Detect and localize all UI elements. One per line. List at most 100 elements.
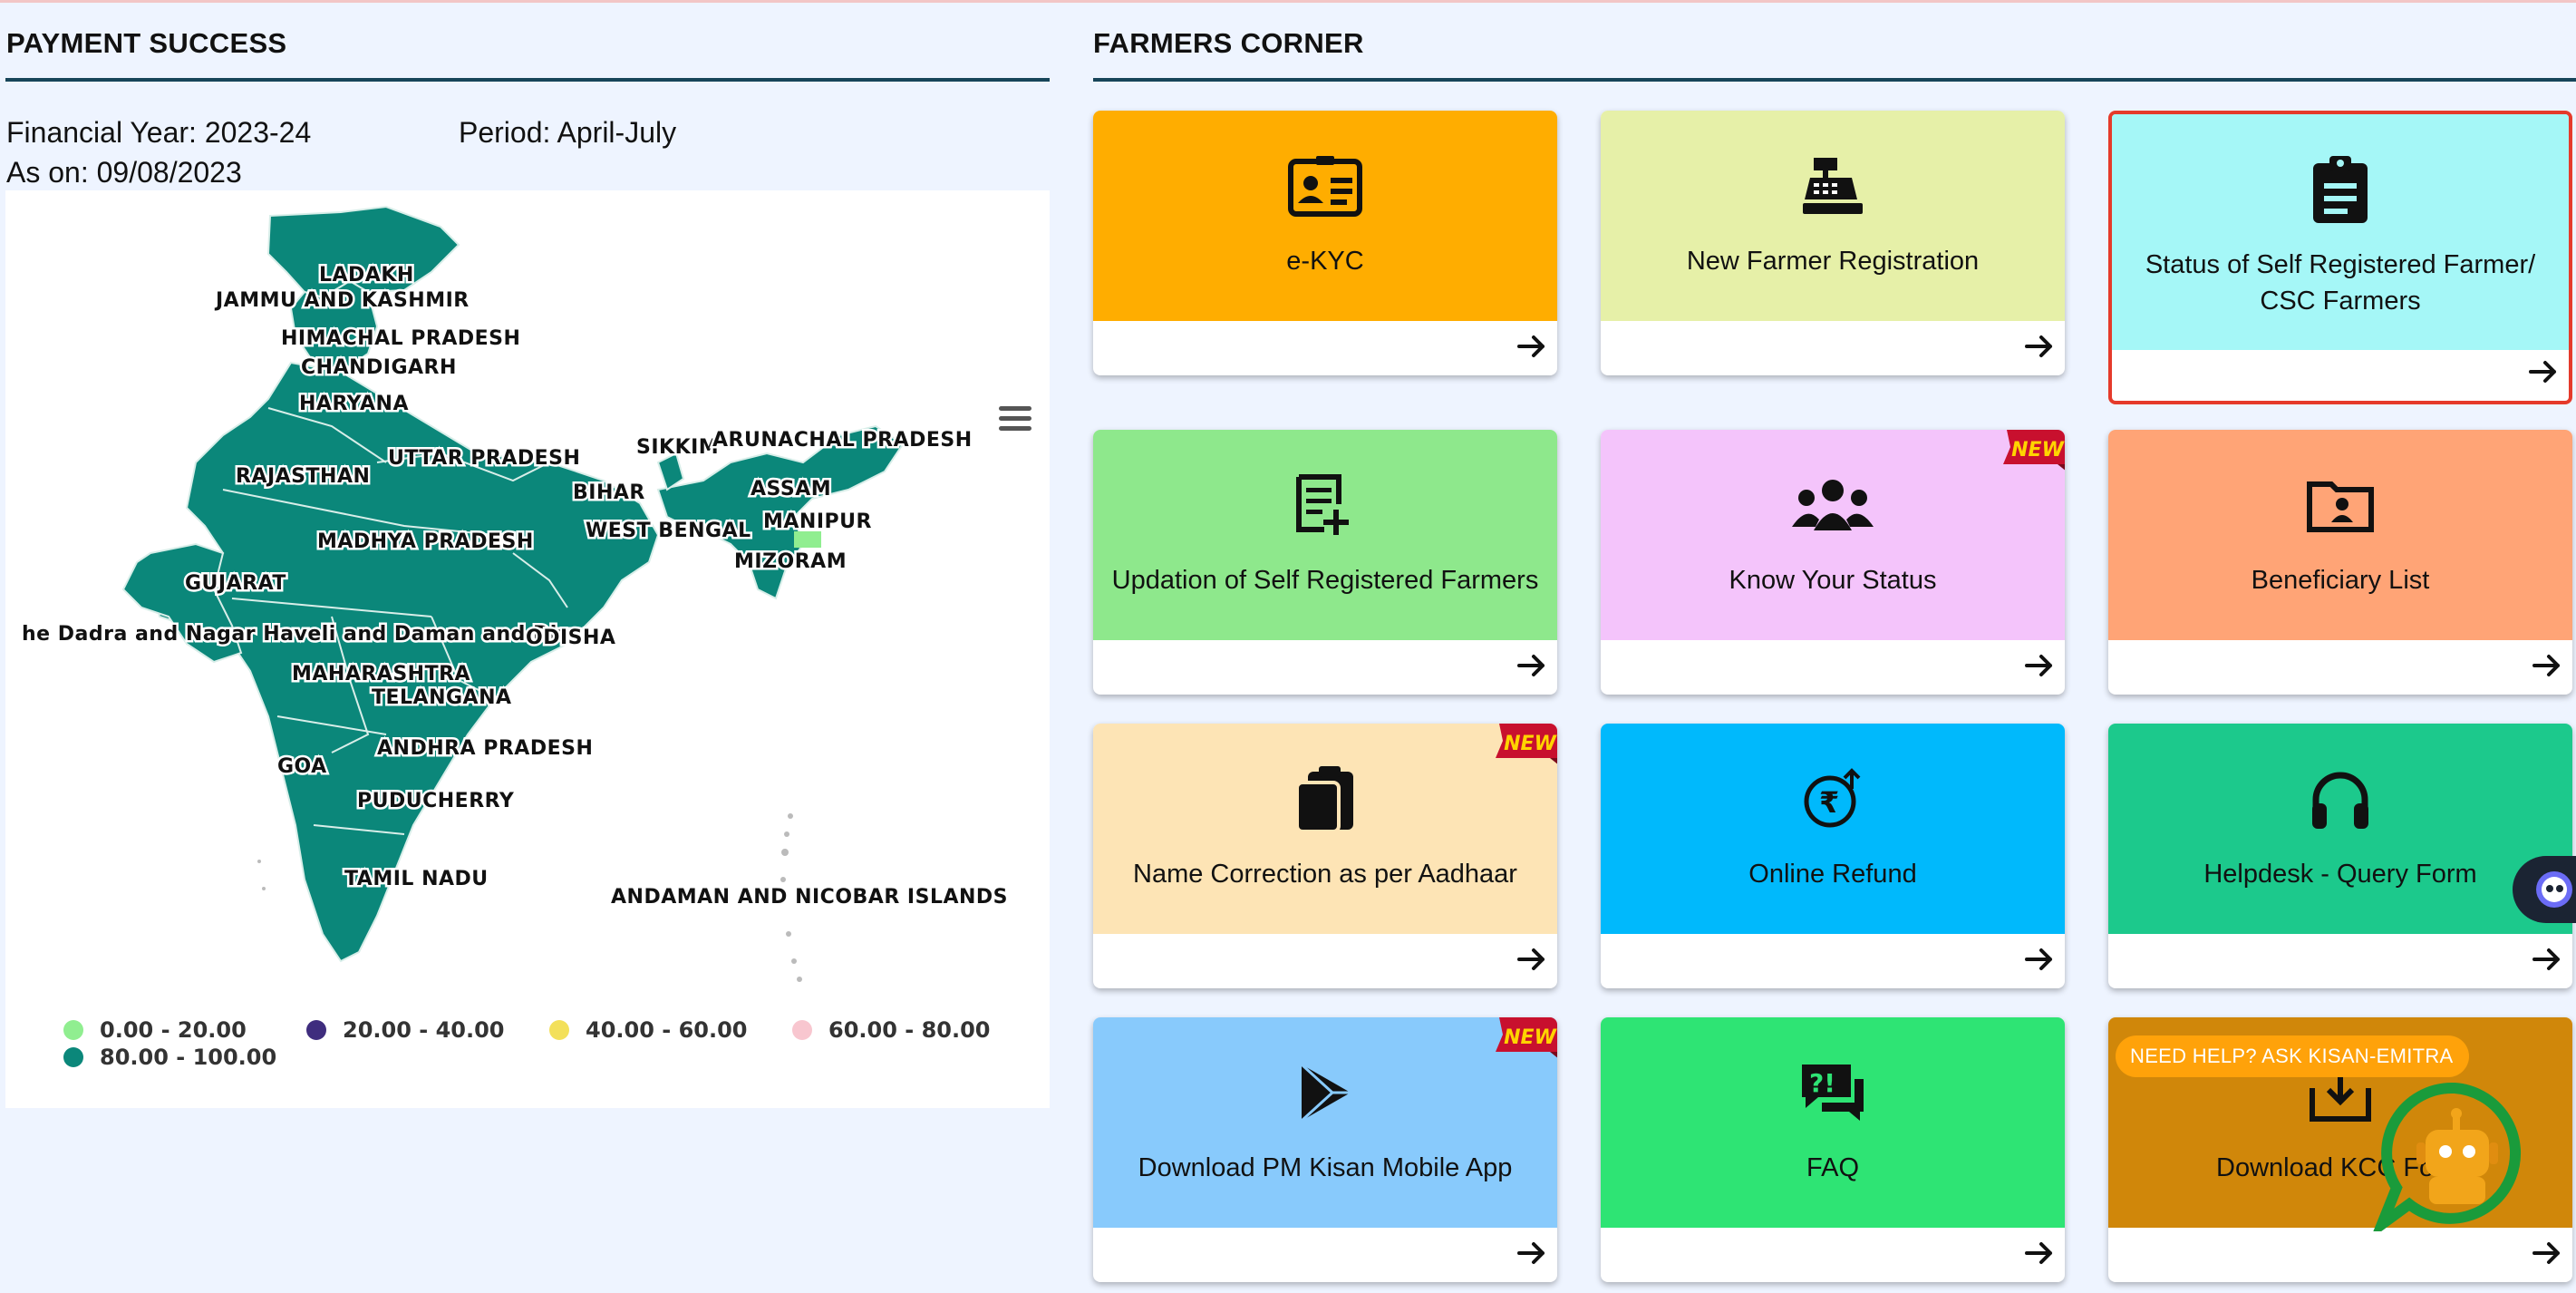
card-helpdesk-query-form[interactable]: Helpdesk - Query Form (2108, 724, 2572, 988)
period: Period: April-July (459, 116, 677, 149)
legend-item-80-100[interactable]: 80.00 - 100.00 (63, 1045, 276, 1070)
card-label: Download PM Kisan Mobile App (1138, 1153, 1513, 1182)
legend-label: 20.00 - 40.00 (343, 1017, 505, 1043)
label-bihar: BIHAR (573, 481, 645, 504)
file-plus-icon (1284, 466, 1366, 544)
arrow-right-icon[interactable] (2525, 354, 2561, 390)
arrow-right-icon[interactable] (2021, 328, 2058, 365)
new-badge: NEW (1490, 724, 1557, 765)
india-map-chart: LADAKH JAMMU AND KASHMIR HIMACHAL PRADES… (5, 190, 1050, 1108)
label-odisha: ODISHA (526, 627, 615, 649)
label-chandigarh: CHANDIGARH (301, 356, 457, 379)
label-mp: MADHYA PRADESH (317, 530, 534, 553)
farmers-divider (1093, 78, 2576, 82)
label-maharashtra: MAHARASHTRA (292, 663, 470, 685)
card-header: New Farmer Registration (1601, 111, 2065, 321)
folder-user-icon (2300, 466, 2381, 544)
chatbot-side-tab[interactable] (2513, 856, 2576, 923)
arrow-right-icon[interactable] (1514, 328, 1550, 365)
legend-dot (792, 1020, 812, 1040)
arrow-right-icon[interactable] (2021, 1235, 2058, 1271)
arrow-right-icon[interactable] (1514, 1235, 1550, 1271)
card-name-correction-as-per-aadhaar[interactable]: Name Correction as per Aadhaar NEW (1093, 724, 1557, 988)
arrow-right-icon[interactable] (2021, 647, 2058, 684)
play-store-icon (1284, 1054, 1366, 1132)
new-badge: NEW (1490, 1017, 1557, 1059)
card-label: Helpdesk - Query Form (2203, 860, 2477, 889)
new-badge: NEW (1998, 430, 2065, 472)
legend-item-60-80[interactable]: 60.00 - 80.00 (792, 1017, 991, 1043)
arrow-right-icon[interactable] (1514, 941, 1550, 977)
card-label: Status of Self Registered Farmer/ CSC Fa… (2145, 250, 2536, 316)
paste-icon (1284, 760, 1366, 838)
card-header: ?! FAQ (1601, 1017, 2065, 1228)
svg-text:₹: ₹ (1819, 785, 1839, 820)
farmers-corner-title: FARMERS CORNER (1093, 27, 1364, 59)
chart-menu-button[interactable] (999, 406, 1031, 433)
chatbot-icon (2369, 1082, 2521, 1240)
help-bubble[interactable]: NEED HELP? ASK KISAN-EMITRA (2116, 1035, 2469, 1077)
label-wb: WEST BENGAL (586, 520, 751, 542)
card-header: e-KYC (1093, 111, 1557, 321)
label-ladakh: LADAKH (319, 264, 414, 287)
card-updation-of-self-registered-farmers[interactable]: Updation of Self Registered Farmers (1093, 430, 1557, 695)
arrow-right-icon[interactable] (1514, 647, 1550, 684)
label-sikkim: SIKKIM (636, 436, 719, 459)
card-label: Online Refund (1748, 860, 1917, 889)
card-know-your-status[interactable]: Know Your Status NEW (1601, 430, 2065, 695)
headphones-icon (2300, 760, 2381, 838)
clipboard-list-icon (2300, 151, 2381, 228)
card-label: New Farmer Registration (1686, 247, 1980, 276)
card-e-kyc[interactable]: e-KYC (1093, 111, 1557, 375)
card-label: Updation of Self Registered Farmers (1111, 566, 1539, 595)
payment-divider (5, 78, 1050, 82)
card-label: Beneficiary List (2251, 566, 2430, 595)
as-on-date: As on: 09/08/2023 (6, 156, 242, 189)
card-label: Know Your Status (1729, 566, 1937, 595)
card-header: Name Correction as per Aadhaar (1093, 724, 1557, 934)
legend-item-20-40[interactable]: 20.00 - 40.00 (306, 1017, 505, 1043)
label-tn: TAMIL NADU (344, 868, 489, 890)
legend-item-0-20[interactable]: 0.00 - 20.00 (63, 1017, 247, 1043)
label-gujarat: GUJARAT (185, 572, 286, 595)
legend-item-40-60[interactable]: 40.00 - 60.00 (549, 1017, 748, 1043)
faq-icon: ?! (1792, 1054, 1874, 1132)
label-arunachal: ARUNACHAL PRADESH (712, 429, 973, 452)
top-border (0, 0, 2576, 3)
legend-dot (306, 1020, 326, 1040)
financial-year: Financial Year: 2023-24 (6, 116, 312, 149)
card-download-pm-kisan-mobile-app[interactable]: Download PM Kisan Mobile App NEW (1093, 1017, 1557, 1282)
arrow-right-icon[interactable] (2529, 941, 2565, 977)
label-dnh: he Dadra and Nagar Haveli and Daman and … (22, 623, 572, 646)
kisan-emitra-bot-button[interactable] (2369, 1079, 2531, 1240)
label-andaman: ANDAMAN AND NICOBAR ISLANDS (611, 886, 1008, 909)
card-beneficiary-list[interactable]: Beneficiary List (2108, 430, 2572, 695)
label-manipur: MANIPUR (763, 510, 872, 533)
label-assam: ASSAM (751, 478, 831, 501)
arrow-right-icon[interactable] (2021, 941, 2058, 977)
new-badge-text: NEW (1504, 733, 1557, 755)
card-label: Name Correction as per Aadhaar (1133, 860, 1517, 889)
legend-label: 0.00 - 20.00 (100, 1017, 247, 1043)
legend-label: 40.00 - 60.00 (586, 1017, 748, 1043)
card-header: Status of Self Registered Farmer/ CSC Fa… (2112, 114, 2569, 350)
card-header: Helpdesk - Query Form (2108, 724, 2572, 934)
card-header: ₹ Online Refund (1601, 724, 2065, 934)
card-label: FAQ (1806, 1153, 1859, 1182)
arrow-right-icon[interactable] (2529, 647, 2565, 684)
label-telangana: TELANGANA (372, 686, 512, 709)
legend-label: 80.00 - 100.00 (100, 1045, 277, 1070)
card-online-refund[interactable]: ₹ Online Refund (1601, 724, 2065, 988)
arrow-right-icon[interactable] (2529, 1235, 2565, 1271)
id-card-icon (1284, 147, 1366, 225)
manipur-region[interactable] (794, 531, 821, 548)
card-label: e-KYC (1286, 247, 1364, 276)
new-badge-text: NEW (2011, 439, 2065, 462)
card-faq[interactable]: ?! FAQ (1601, 1017, 2065, 1282)
card-new-farmer-registration[interactable]: New Farmer Registration (1601, 111, 2065, 375)
label-mizoram: MIZORAM (734, 550, 847, 573)
label-puducherry: PUDUCHERRY (357, 790, 515, 812)
label-jk: JAMMU AND KASHMIR (214, 289, 470, 312)
card-status-of-self-registered-farmer-csc-farmers[interactable]: Status of Self Registered Farmer/ CSC Fa… (2108, 111, 2572, 404)
label-rajasthan: RAJASTHAN (236, 465, 370, 488)
